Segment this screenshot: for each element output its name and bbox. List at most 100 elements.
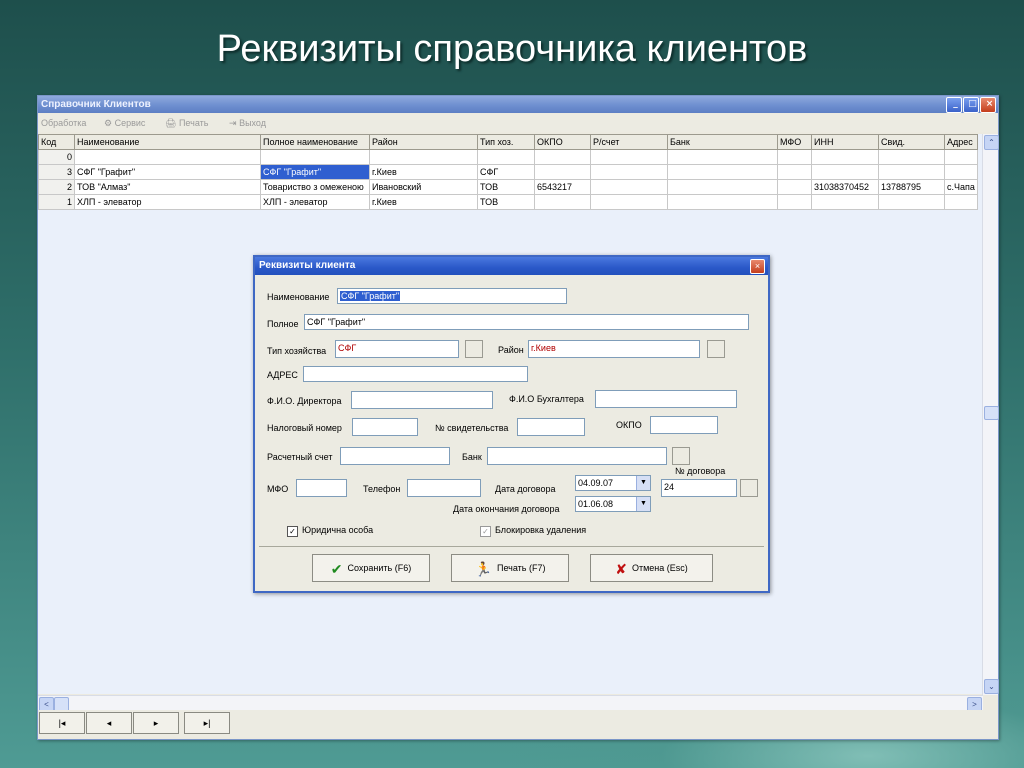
table-cell[interactable]: г.Киев [369, 194, 478, 210]
table-cell[interactable] [667, 194, 778, 210]
phone-field[interactable] [407, 479, 481, 497]
table-cell[interactable]: 2 [38, 179, 75, 195]
table-cell[interactable] [260, 149, 370, 165]
menu-service[interactable]: ⚙ Сервис [104, 114, 145, 132]
table-cell[interactable] [777, 149, 812, 165]
scroll-thumb[interactable] [984, 406, 999, 420]
table-cell[interactable]: ХЛП - элеватор [260, 194, 370, 210]
table-cell[interactable] [477, 149, 535, 165]
table-row[interactable]: 3 СФГ "Графит" СФГ "Графит" г.Киев СФГ [38, 164, 978, 180]
table-cell[interactable] [878, 194, 945, 210]
menu-exit[interactable]: ⇥ Выход [229, 114, 266, 132]
table-cell[interactable] [667, 164, 778, 180]
table-cell[interactable] [878, 149, 945, 165]
table-cell[interactable] [811, 149, 879, 165]
scroll-down-button[interactable]: ⌄ [984, 679, 999, 694]
table-cell[interactable]: 3 [38, 164, 75, 180]
farm-type-field[interactable]: СФГ [335, 340, 459, 358]
table-cell[interactable]: 31038370452 [811, 179, 879, 195]
name-field[interactable]: СФГ "Графит" [337, 288, 567, 304]
table-cell[interactable]: 13788795 [878, 179, 945, 195]
column-header[interactable]: Наименование [74, 134, 261, 150]
legal-entity-checkbox[interactable]: ✓ [287, 526, 298, 537]
table-cell[interactable]: СФГ "Графит" [260, 164, 370, 180]
table-row[interactable]: 1 ХЛП - элеватор ХЛП - элеватор г.Киев ТОВ [38, 194, 978, 210]
table-cell[interactable] [74, 149, 261, 165]
table-cell[interactable]: ХЛП - элеватор [74, 194, 261, 210]
dialog-title-bar[interactable]: Реквизиты клиента [255, 257, 768, 275]
table-cell[interactable] [811, 194, 879, 210]
farm-type-lookup-button[interactable] [465, 340, 483, 358]
menu-print[interactable]: 🖨 Печать [165, 114, 208, 132]
window-title-bar[interactable]: Справочник Клиентов _ □ × [38, 96, 998, 113]
chevron-down-icon[interactable]: ▼ [636, 497, 650, 511]
contract-lookup-button[interactable] [740, 479, 758, 497]
column-header[interactable]: Полное наименование [260, 134, 370, 150]
contract-end-field[interactable]: 01.06.08 ▼ [575, 496, 651, 512]
district-field[interactable]: г.Киев [528, 340, 700, 358]
next-record-button[interactable]: ▸ [133, 712, 179, 734]
menu-processing[interactable]: Обработка [41, 114, 86, 132]
column-header[interactable]: Тип хоз. [477, 134, 535, 150]
minimize-button[interactable]: _ [946, 97, 962, 113]
district-lookup-button[interactable] [707, 340, 725, 358]
column-header[interactable]: Банк [667, 134, 778, 150]
last-record-button[interactable]: ▸| [184, 712, 230, 734]
table-cell[interactable] [534, 194, 591, 210]
table-cell[interactable] [777, 164, 812, 180]
print-button[interactable]: 🏃 Печать (F7) [451, 554, 569, 582]
director-field[interactable] [351, 391, 493, 409]
table-cell[interactable] [777, 179, 812, 195]
mfo-field[interactable] [296, 479, 347, 497]
full-name-field[interactable]: СФГ "Графит" [304, 314, 749, 330]
table-cell[interactable] [590, 179, 668, 195]
column-header[interactable]: ОКПО [534, 134, 591, 150]
table-cell[interactable] [369, 149, 478, 165]
address-field[interactable] [303, 366, 528, 382]
table-cell[interactable] [534, 164, 591, 180]
contract-date-field[interactable]: 04.09.07 ▼ [575, 475, 651, 491]
close-button[interactable]: × [980, 97, 996, 113]
bank-lookup-button[interactable] [672, 447, 690, 465]
column-header[interactable]: Свид. [878, 134, 945, 150]
bank-field[interactable] [487, 447, 667, 465]
save-button[interactable]: ✔ Сохранить (F6) [312, 554, 430, 582]
table-cell[interactable] [878, 164, 945, 180]
table-cell[interactable]: с.Чапа [944, 179, 978, 195]
delete-lock-checkbox[interactable]: ✓ [480, 526, 491, 537]
table-cell[interactable] [667, 179, 778, 195]
column-header[interactable]: Район [369, 134, 478, 150]
table-cell[interactable] [944, 164, 978, 180]
table-cell[interactable]: ТОВ "Алмаз" [74, 179, 261, 195]
table-cell[interactable]: ТОВ [477, 194, 535, 210]
column-header[interactable]: Адрес [944, 134, 978, 150]
okpo-field[interactable] [650, 416, 718, 434]
table-cell[interactable]: г.Киев [369, 164, 478, 180]
column-header[interactable]: ИНН [811, 134, 879, 150]
table-cell[interactable] [944, 149, 978, 165]
table-row[interactable]: 0 [38, 149, 978, 165]
table-cell[interactable]: СФГ "Графит" [74, 164, 261, 180]
prev-record-button[interactable]: ◂ [86, 712, 132, 734]
column-header[interactable]: МФО [777, 134, 812, 150]
table-cell[interactable] [590, 164, 668, 180]
table-cell[interactable]: 0 [38, 149, 75, 165]
account-field[interactable] [340, 447, 450, 465]
table-cell[interactable]: Товариство з омеженою [260, 179, 370, 195]
table-cell[interactable]: ТОВ [477, 179, 535, 195]
certificate-field[interactable] [517, 418, 585, 436]
dialog-close-button[interactable]: × [750, 259, 765, 274]
table-cell[interactable]: 6543217 [534, 179, 591, 195]
table-cell[interactable] [811, 164, 879, 180]
accountant-field[interactable] [595, 390, 737, 408]
table-cell[interactable]: 1 [38, 194, 75, 210]
tax-number-field[interactable] [352, 418, 418, 436]
maximize-button[interactable]: □ [963, 97, 979, 113]
table-cell[interactable]: СФГ [477, 164, 535, 180]
table-cell[interactable] [944, 194, 978, 210]
table-cell[interactable]: Ивановский [369, 179, 478, 195]
horizontal-scrollbar[interactable]: < > [38, 695, 983, 712]
table-cell[interactable] [590, 149, 668, 165]
table-cell[interactable] [777, 194, 812, 210]
column-header[interactable]: Р/счет [590, 134, 668, 150]
